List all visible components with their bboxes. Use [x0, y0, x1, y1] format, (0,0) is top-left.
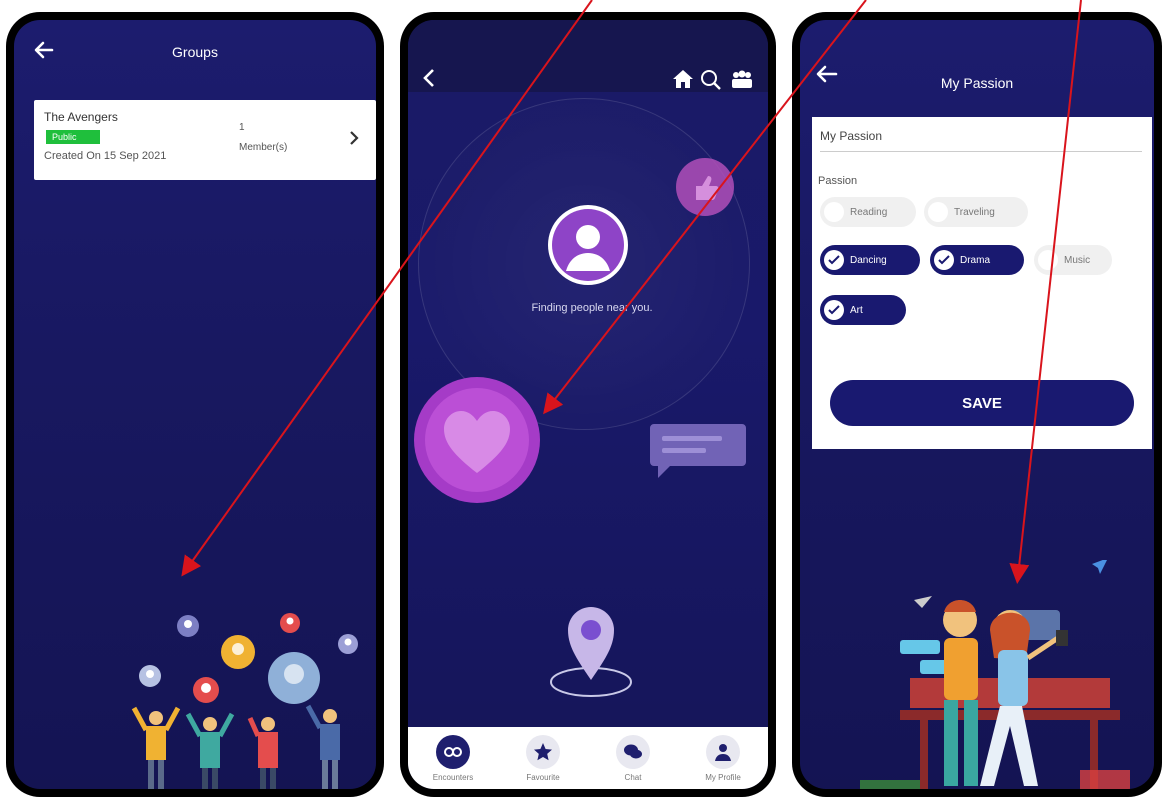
check-circle-icon: [934, 250, 954, 270]
chip-drama[interactable]: Drama: [930, 245, 1024, 275]
chip-label: Dancing: [850, 254, 887, 266]
chip-label: Reading: [850, 206, 888, 218]
chip-label: Drama: [960, 254, 991, 266]
star-icon: [526, 734, 560, 769]
phone-encounters-screen: Finding people near you. Encounters Favo…: [400, 12, 776, 797]
group-name: The Avengers: [44, 110, 118, 124]
passion-header: My Passion: [800, 20, 1154, 116]
encounter-icon: [436, 734, 470, 769]
location-pin-icon: [550, 607, 632, 697]
unchecked-circle-icon: [1038, 250, 1058, 270]
heart-icon[interactable]: [414, 377, 540, 503]
passion-screen: My Passion My Passion Passion Reading Tr…: [800, 20, 1154, 789]
search-icon[interactable]: [699, 68, 723, 90]
nav-label-chat: Chat: [624, 772, 642, 782]
couple-on-bench-illustration: [860, 560, 1130, 789]
encounters-header: [408, 20, 768, 92]
group-card[interactable]: The Avengers Public Created On 15 Sep 20…: [34, 100, 376, 180]
passion-name-field[interactable]: My Passion: [820, 129, 1142, 152]
chip-art[interactable]: Art: [820, 295, 906, 325]
community-people-illustration: [131, 613, 358, 789]
thumbs-up-icon: [676, 158, 734, 216]
nav-item-favourite[interactable]: Favourite: [503, 734, 583, 782]
page-title: Groups: [172, 44, 218, 60]
chip-traveling[interactable]: Traveling: [924, 197, 1028, 227]
user-avatar-icon: [552, 209, 624, 281]
check-circle-icon: [824, 300, 844, 320]
group-created-date: Created On 15 Sep 2021: [44, 150, 167, 162]
nav-item-encounters[interactable]: Encounters: [413, 734, 493, 782]
chat-bubble-icon: [650, 424, 746, 478]
chip-label: Art: [850, 304, 863, 316]
bottom-navigation: Encounters Favourite Chat My Profile: [408, 727, 768, 789]
check-circle-icon: [824, 250, 844, 270]
finding-people-text: Finding people near you.: [531, 302, 653, 314]
encounters-screen: Finding people near you. Encounters Favo…: [408, 20, 768, 789]
chevron-right-icon[interactable]: [348, 130, 360, 146]
avatar: [548, 205, 628, 285]
member-label: Member(s): [239, 142, 288, 153]
chip-dancing[interactable]: Dancing: [820, 245, 920, 275]
save-button[interactable]: SAVE: [830, 380, 1134, 426]
phone-passion-screen: My Passion My Passion Passion Reading Tr…: [792, 12, 1162, 797]
chip-label: Music: [1064, 254, 1091, 266]
home-icon[interactable]: [671, 68, 695, 90]
groups-header: Groups: [14, 20, 376, 84]
nav-item-chat[interactable]: Chat: [593, 734, 673, 782]
member-count: 1: [239, 122, 245, 133]
chip-music[interactable]: Music: [1034, 245, 1112, 275]
back-chevron-icon[interactable]: [422, 68, 438, 88]
phone-groups-screen: Groups The Avengers Public Created On 15…: [6, 12, 384, 797]
nav-item-my-profile[interactable]: My Profile: [683, 734, 763, 782]
chip-reading[interactable]: Reading: [820, 197, 916, 227]
nav-label-my-profile: My Profile: [705, 772, 741, 782]
unchecked-circle-icon: [824, 202, 844, 222]
nav-label-encounters: Encounters: [432, 772, 474, 782]
profile-icon: [706, 734, 740, 769]
status-badge: Public: [46, 130, 100, 144]
nav-label-favourite: Favourite: [526, 772, 560, 782]
page-title: My Passion: [940, 75, 1014, 91]
passion-subtitle: Passion: [818, 175, 858, 187]
unchecked-circle-icon: [928, 202, 948, 222]
back-arrow-icon[interactable]: [32, 38, 56, 62]
groups-icon[interactable]: [730, 68, 754, 90]
groups-screen: Groups The Avengers Public Created On 15…: [14, 20, 376, 789]
chip-label: Traveling: [954, 206, 995, 218]
chat-icon: [616, 734, 650, 769]
passion-form: My Passion Passion Reading Traveling Dan…: [812, 117, 1152, 449]
